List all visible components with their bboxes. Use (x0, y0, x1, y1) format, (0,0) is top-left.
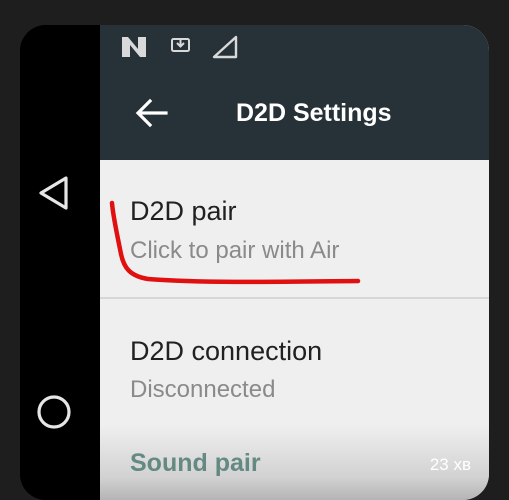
preference-summary: Click to pair with Air (130, 237, 340, 264)
n-notification-icon (120, 35, 148, 64)
preference-title: D2D connection (130, 336, 323, 366)
preference-title: D2D pair (130, 196, 237, 226)
timestamp: 23 хв (429, 455, 471, 474)
app-screen: D2D Settings D2D pair Click to pair with… (100, 25, 489, 500)
navigation-bar (20, 25, 100, 500)
signal-icon (212, 35, 240, 66)
app-toolbar: D2D Settings (100, 65, 489, 160)
sound-pair-preference[interactable]: Sound pair (130, 449, 261, 478)
page-title: D2D Settings (236, 99, 392, 127)
back-arrow-icon[interactable] (134, 95, 170, 131)
d2d-connection-preference[interactable]: D2D connection Disconnected (100, 299, 489, 425)
preference-summary: Disconnected (130, 376, 276, 403)
nav-back-icon[interactable] (36, 175, 72, 211)
nav-home-icon[interactable] (34, 392, 74, 432)
device-frame: D2D Settings D2D pair Click to pair with… (20, 25, 489, 500)
download-icon (170, 35, 192, 62)
status-bar (100, 25, 489, 65)
d2d-pair-preference[interactable]: D2D pair Click to pair with Air (100, 160, 489, 297)
